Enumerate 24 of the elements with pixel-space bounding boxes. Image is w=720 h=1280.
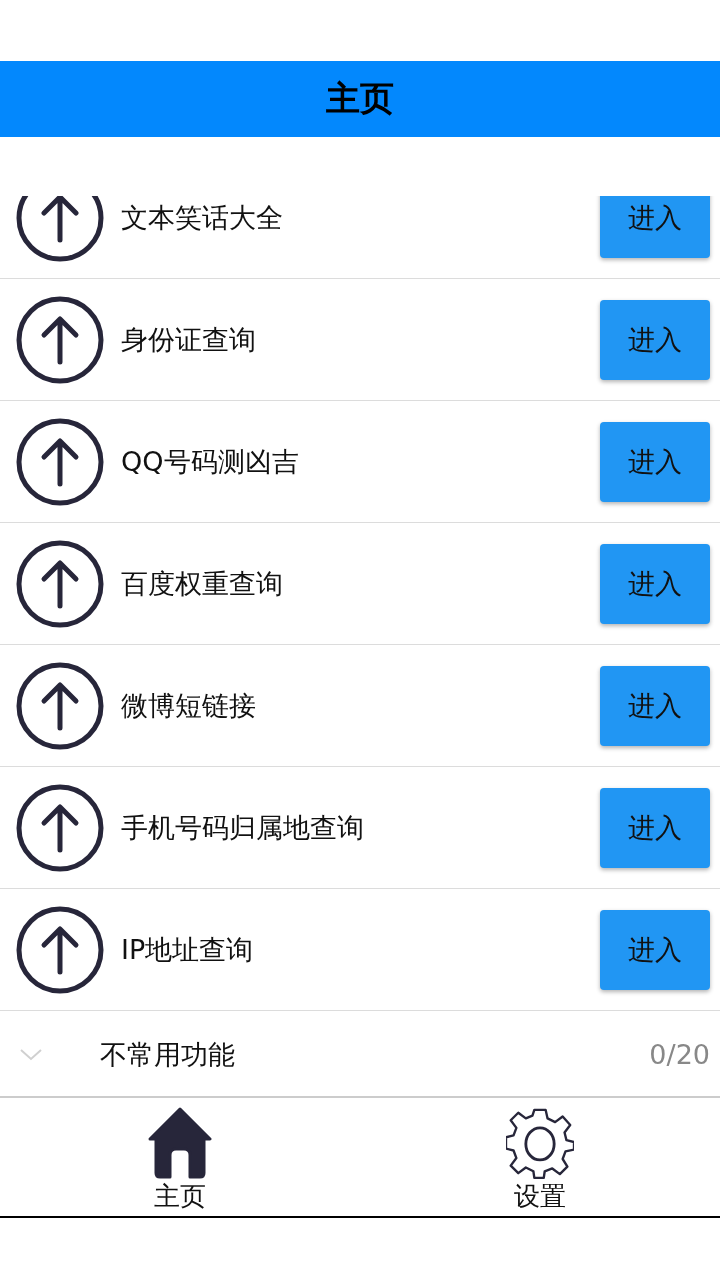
enter-button[interactable]: 进入 — [600, 909, 710, 990]
group-label: 不常用功能 — [100, 1037, 236, 1072]
enter-button[interactable]: 进入 — [600, 665, 710, 746]
enter-button[interactable]: 进入 — [600, 196, 710, 258]
item-label: 身份证查询 — [121, 322, 257, 357]
item-label: IP地址查询 — [121, 932, 255, 967]
group-count: 0/20 — [649, 1039, 710, 1070]
item-label: 手机号码归属地查询 — [121, 810, 365, 845]
item-label: 百度权重查询 — [121, 566, 284, 601]
tab-label: 设置 — [514, 1180, 566, 1213]
tab[interactable]: 主页 — [0, 1098, 360, 1216]
enter-button[interactable]: 进入 — [600, 299, 710, 380]
page-title: 主页 — [326, 77, 394, 120]
item-label: 微博短链接 — [121, 688, 257, 723]
enter-button[interactable]: 进入 — [600, 543, 710, 624]
group-header[interactable]: 不常用功能 0/20 — [0, 1013, 720, 1098]
item-label: 文本笑话大全 — [121, 200, 284, 235]
tab-label: 主页 — [154, 1180, 206, 1213]
tab[interactable]: 设置 — [360, 1098, 720, 1216]
enter-button[interactable]: 进入 — [600, 787, 710, 868]
item-label: QQ号码测凶吉 — [121, 444, 300, 479]
home-icon — [148, 1107, 212, 1179]
up-arrow-icon — [16, 196, 104, 262]
enter-button[interactable]: 进入 — [600, 421, 710, 502]
